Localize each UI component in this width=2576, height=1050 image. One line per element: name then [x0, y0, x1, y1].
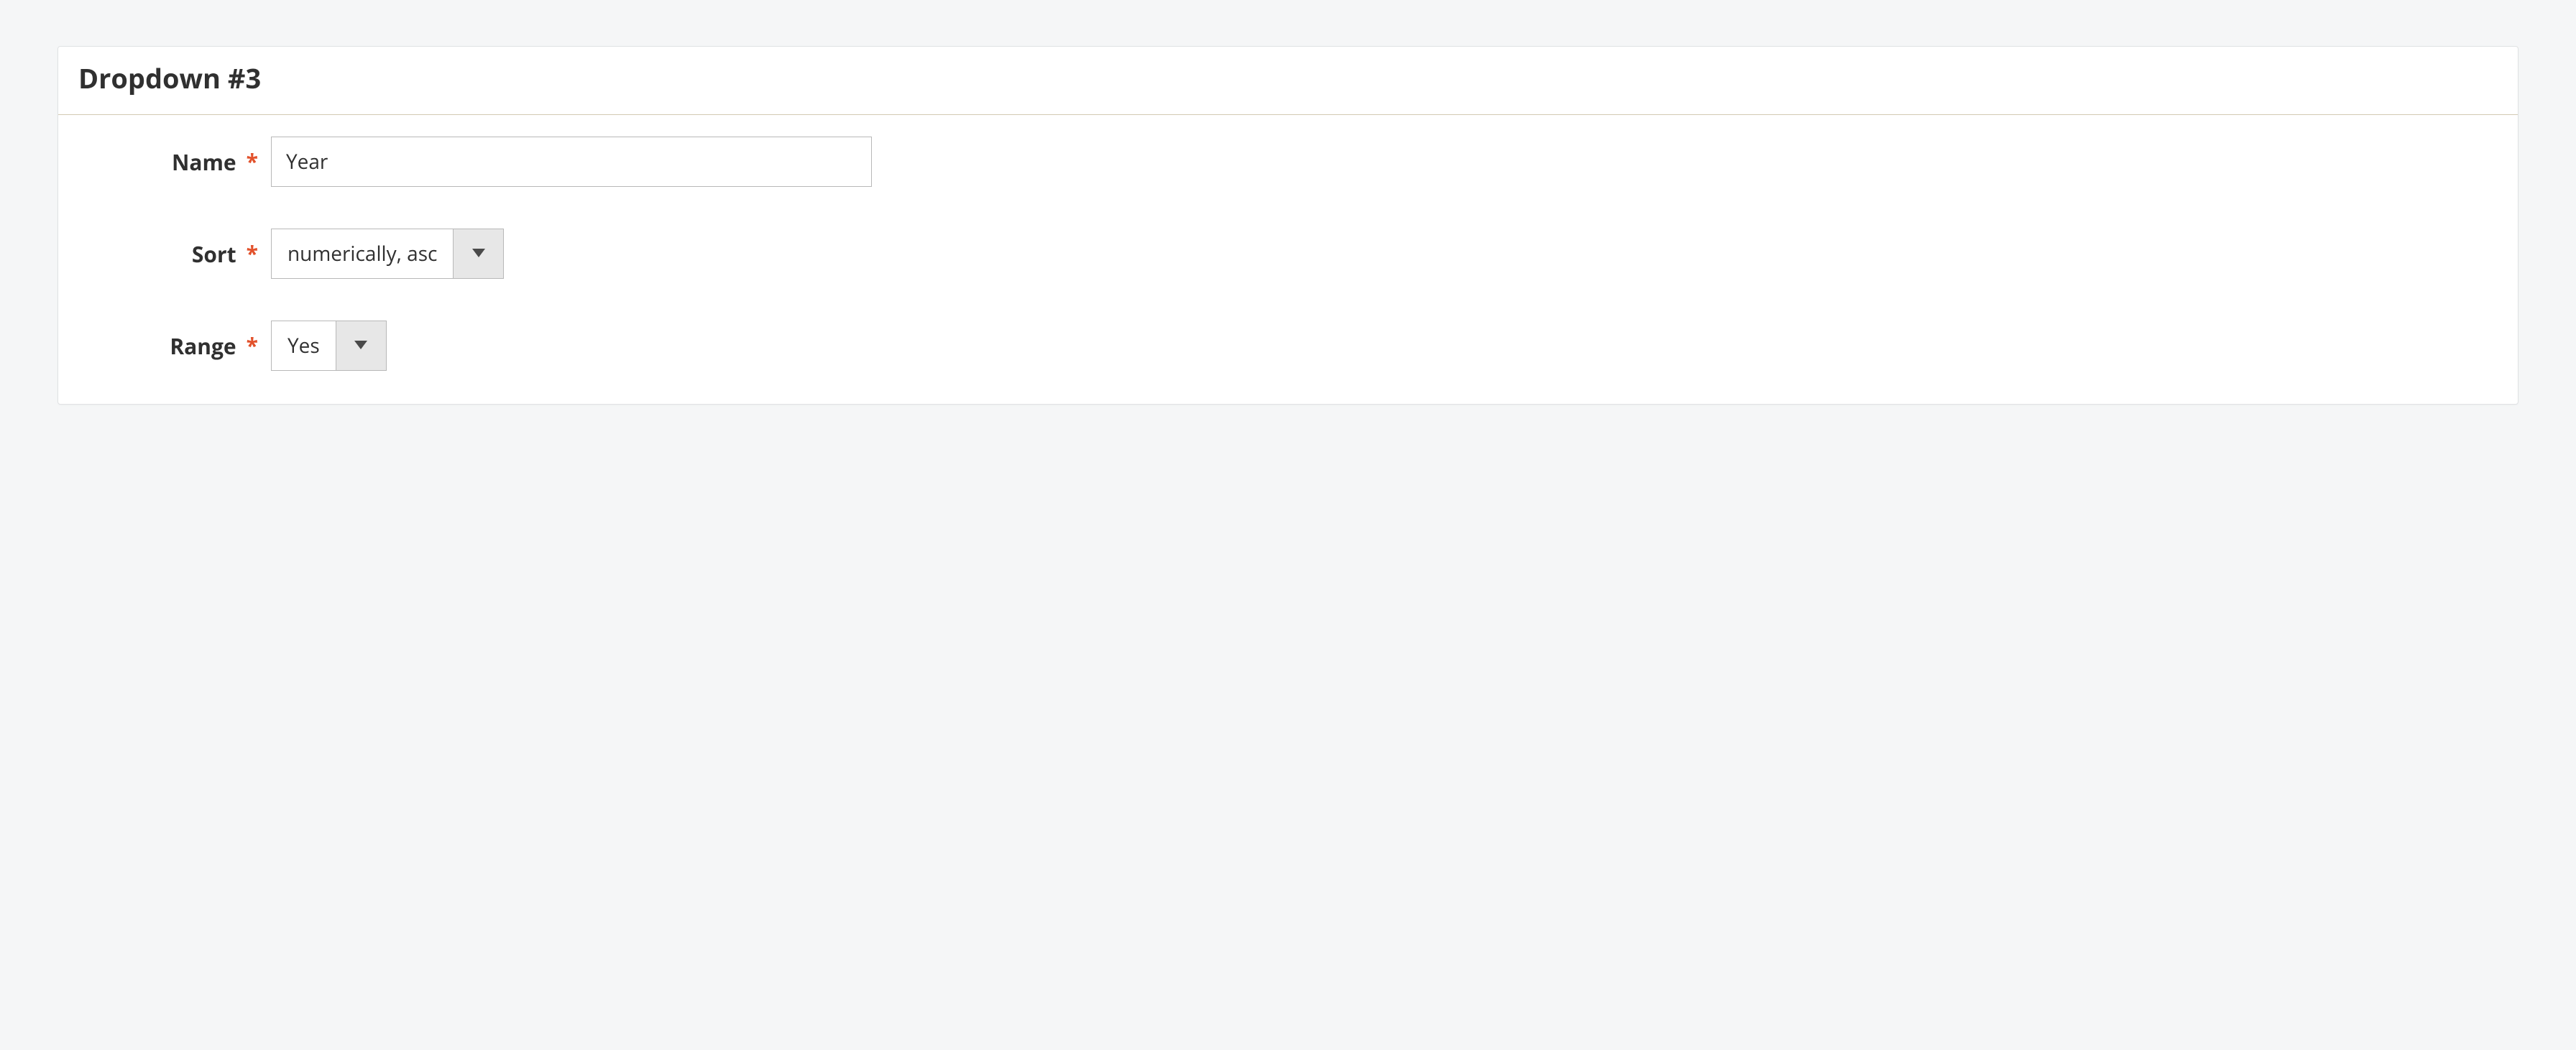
- range-select-value: Yes: [272, 321, 336, 370]
- required-asterisk-icon: *: [247, 151, 258, 172]
- chevron-down-icon: [354, 341, 367, 351]
- name-label: Name: [172, 147, 236, 177]
- sort-select[interactable]: numerically, asc: [271, 229, 504, 279]
- sort-select-value: numerically, asc: [272, 229, 453, 278]
- control-cell-sort: numerically, asc: [271, 229, 2498, 279]
- label-cell-sort: Sort *: [78, 239, 271, 269]
- control-cell-range: Yes: [271, 321, 2498, 371]
- sort-select-toggle[interactable]: [453, 229, 503, 278]
- panel-header: Dropdown #3: [58, 47, 2518, 115]
- panel-title: Dropdown #3: [78, 60, 2498, 97]
- label-cell-name: Name *: [78, 147, 271, 177]
- required-asterisk-icon: *: [247, 243, 258, 264]
- field-row-sort: Sort * numerically, asc: [78, 229, 2498, 279]
- required-asterisk-icon: *: [247, 335, 258, 356]
- dropdown-config-panel: Dropdown #3 Name * Sort *: [58, 46, 2518, 405]
- chevron-down-icon: [472, 249, 485, 259]
- field-row-range: Range * Yes: [78, 321, 2498, 371]
- field-row-name: Name *: [78, 137, 2498, 187]
- name-input[interactable]: [271, 137, 872, 187]
- range-label: Range: [170, 331, 236, 361]
- form-body: Name * Sort * numerically, asc: [58, 115, 2518, 371]
- label-cell-range: Range *: [78, 331, 271, 361]
- range-select[interactable]: Yes: [271, 321, 387, 371]
- sort-label: Sort: [192, 239, 236, 269]
- control-cell-name: [271, 137, 2498, 187]
- range-select-toggle[interactable]: [336, 321, 386, 370]
